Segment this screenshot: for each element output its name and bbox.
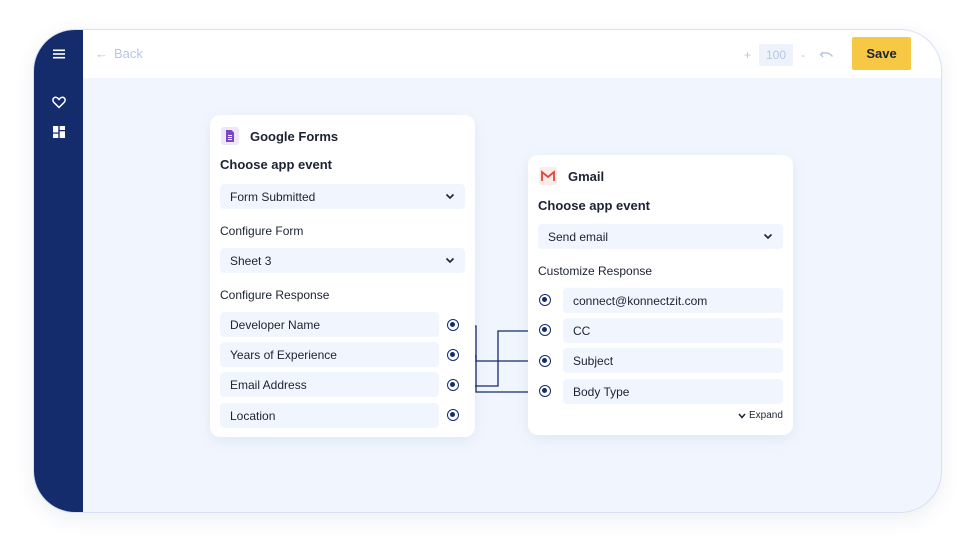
trigger-field-radio[interactable] (447, 349, 459, 361)
app-window: ← Back + 100 - Save Google Forms Choose … (33, 29, 942, 513)
action-event-value: Send email (548, 229, 609, 244)
trigger-event-value: Form Submitted (230, 189, 316, 204)
action-field-radio[interactable] (539, 355, 551, 367)
trigger-field-email-address: Email Address (220, 372, 439, 397)
zoom-controls: + 100 - (744, 44, 867, 66)
trigger-field-years-experience: Years of Experience (220, 342, 439, 367)
action-field-subject[interactable]: Subject (563, 348, 783, 373)
heart-icon[interactable] (51, 94, 67, 110)
chevron-down-icon (763, 233, 773, 240)
trigger-field-radio[interactable] (447, 379, 459, 391)
action-app-name: Gmail (568, 168, 605, 184)
customize-response-label: Customize Response (538, 264, 653, 278)
dashboard-icon[interactable] (51, 124, 67, 140)
trigger-app-name: Google Forms (250, 128, 339, 144)
expand-button[interactable]: Expand (738, 410, 783, 421)
back-label: Back (114, 46, 143, 61)
trigger-event-select[interactable]: Form Submitted (220, 184, 465, 209)
top-toolbar: ← Back + 100 - Save (83, 30, 941, 78)
form-select[interactable]: Sheet 3 (220, 248, 465, 273)
action-field-radio[interactable] (539, 294, 551, 306)
trigger-field-radio[interactable] (447, 319, 459, 331)
action-field-body-type[interactable]: Body Type (563, 379, 783, 404)
action-field-cc[interactable]: CC (563, 318, 783, 343)
undo-icon[interactable] (819, 49, 835, 61)
google-forms-icon (221, 127, 239, 145)
back-button[interactable]: ← Back (95, 46, 143, 61)
arrow-left-icon: ← (95, 46, 108, 61)
expand-label: Expand (749, 410, 783, 421)
sidebar (34, 30, 83, 512)
connector-lines (461, 325, 534, 393)
trigger-card: Google Forms Choose app event Form Submi… (210, 115, 475, 437)
action-card-header: Gmail (538, 166, 604, 186)
action-card: Gmail Choose app event Send email Custom… (528, 155, 793, 435)
trigger-choose-event-label: Choose app event (220, 157, 332, 172)
zoom-level[interactable]: 100 (758, 44, 793, 66)
trigger-card-header: Google Forms (220, 126, 338, 146)
chevron-down-icon (445, 257, 455, 264)
configure-form-label: Configure Form (220, 224, 304, 238)
save-button[interactable]: Save (852, 37, 911, 70)
menu-icon[interactable] (51, 46, 67, 62)
zoom-out-button[interactable]: - (801, 48, 805, 62)
trigger-field-location: Location (220, 403, 439, 428)
gmail-icon (539, 167, 557, 185)
configure-response-label: Configure Response (220, 288, 330, 302)
trigger-field-developer-name: Developer Name (220, 312, 439, 337)
trigger-field-radio[interactable] (447, 409, 459, 421)
chevron-down-icon (738, 413, 746, 419)
action-event-select[interactable]: Send email (538, 224, 783, 249)
action-field-radio[interactable] (539, 385, 551, 397)
zoom-in-button[interactable]: + (744, 48, 751, 62)
form-select-value: Sheet 3 (230, 253, 272, 268)
action-field-radio[interactable] (539, 324, 551, 336)
action-choose-event-label: Choose app event (538, 198, 650, 213)
action-field-to-email[interactable]: connect@konnectzit.com (563, 288, 783, 313)
chevron-down-icon (445, 193, 455, 200)
